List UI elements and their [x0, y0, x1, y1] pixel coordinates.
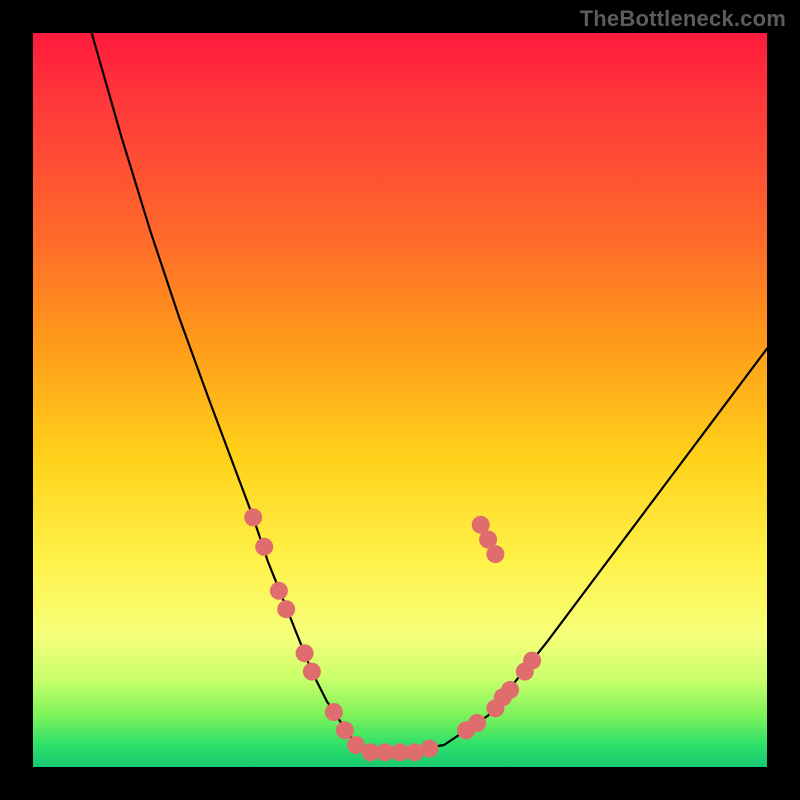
marker-dot [303, 663, 321, 681]
chart-frame: TheBottleneck.com [0, 0, 800, 800]
bottleneck-curve [92, 33, 767, 752]
marker-dot [336, 721, 354, 739]
marker-dot [523, 652, 541, 670]
marker-dot [501, 681, 519, 699]
plot-area [33, 33, 767, 767]
marker-layer [244, 508, 541, 761]
watermark-label: TheBottleneck.com [580, 6, 786, 32]
marker-dot [420, 740, 438, 758]
marker-dot [472, 516, 490, 534]
marker-dot [277, 600, 295, 618]
marker-dot [244, 508, 262, 526]
marker-dot [325, 703, 343, 721]
marker-dot [486, 545, 504, 563]
marker-dot [296, 644, 314, 662]
chart-svg [33, 33, 767, 767]
marker-dot [468, 714, 486, 732]
marker-dot [270, 582, 288, 600]
curve-layer [92, 33, 767, 752]
marker-dot [255, 538, 273, 556]
